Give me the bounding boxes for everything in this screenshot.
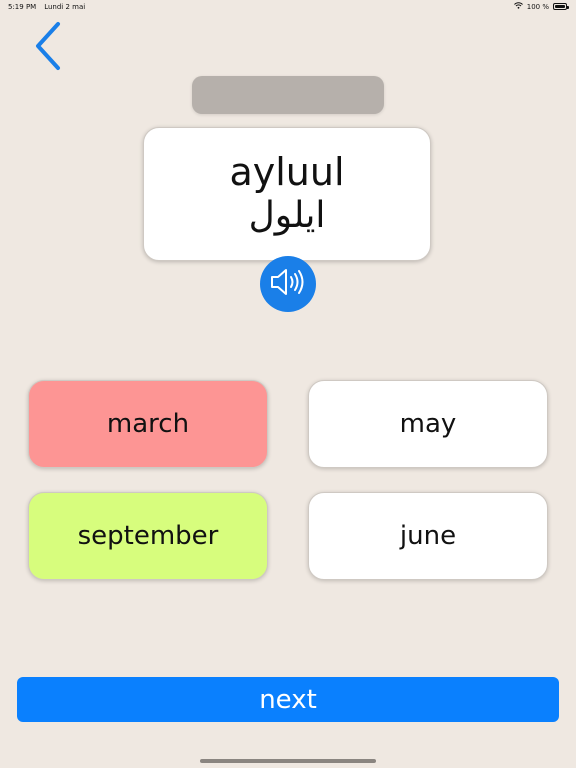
- word-card: ayluul ايلول: [143, 127, 431, 261]
- status-bar: 5:19 PM Lundi 2 mai 100 %: [0, 0, 576, 14]
- home-indicator[interactable]: [200, 759, 376, 763]
- play-audio-button[interactable]: [260, 256, 316, 312]
- next-label: next: [259, 684, 317, 715]
- speaker-icon: [268, 266, 308, 302]
- status-date: Lundi 2 mai: [44, 3, 86, 11]
- next-button[interactable]: next: [17, 677, 559, 722]
- battery-fill: [555, 5, 565, 8]
- progress-placeholder: [192, 76, 384, 114]
- status-right: 100 %: [513, 2, 569, 11]
- answer-label: may: [399, 409, 457, 439]
- answer-label: june: [399, 521, 457, 551]
- word-latin: ayluul: [229, 150, 345, 194]
- word-arabic: ايلول: [248, 195, 326, 236]
- wifi-icon: [513, 2, 523, 11]
- answer-option-june[interactable]: june: [308, 492, 548, 580]
- answer-option-september[interactable]: september: [28, 492, 268, 580]
- answer-label: september: [77, 521, 219, 551]
- chevron-left-icon: [33, 21, 63, 75]
- battery-icon: [553, 3, 569, 10]
- status-left: 5:19 PM Lundi 2 mai: [8, 3, 85, 11]
- back-button[interactable]: [24, 20, 72, 76]
- battery-text: 100 %: [526, 2, 549, 11]
- answer-label: march: [106, 409, 190, 439]
- answer-option-may[interactable]: may: [308, 380, 548, 468]
- answer-option-march[interactable]: march: [28, 380, 268, 468]
- status-time: 5:19 PM: [8, 3, 37, 11]
